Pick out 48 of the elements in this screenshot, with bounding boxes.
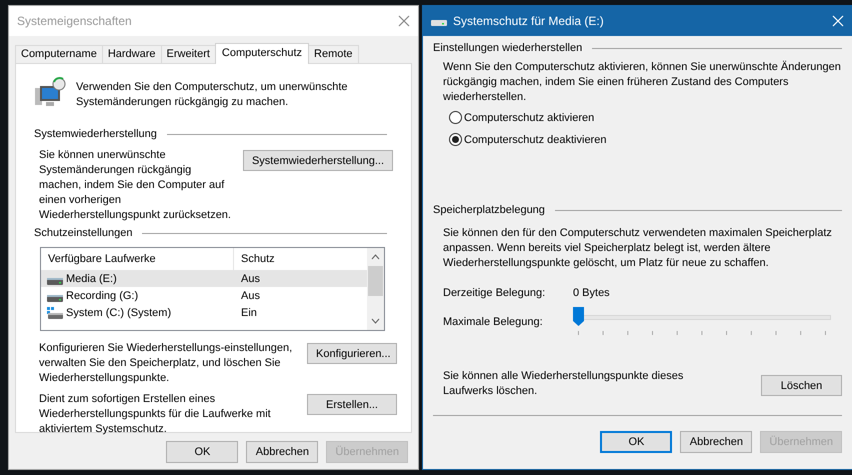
protection-status: Aus (240, 272, 260, 284)
drive-name: Media (E:) (66, 272, 117, 284)
max-usage-slider[interactable] (573, 307, 831, 337)
window-title: Systemschutz für Media (E:) (453, 14, 605, 28)
protection-status: Aus (240, 290, 260, 302)
action-button[interactable]: Erstellen... (307, 394, 397, 415)
action-button[interactable]: Konfigurieren... (307, 343, 397, 364)
restore-settings-description: Wenn Sie den Computerschutz aktivieren, können Sie unerwünschte Änderungen rückgängig machen, indem Sie einen früheren Zustand des Computers wiederherstellen. (442, 60, 842, 105)
tab[interactable]: Computername (15, 45, 103, 63)
scroll-up-icon[interactable] (371, 253, 380, 261)
scroll-down-icon[interactable] (371, 317, 380, 325)
radio-label[interactable]: Computerschutz aktivieren (464, 112, 594, 124)
action-description: Dient zum sofortigen Erstellen eines Wiederherstellungspunkts für die Laufwerke mit aktiviertem Systemschutz. (39, 392, 272, 437)
section-heading: Einstellungen wiederherstellen (433, 42, 582, 54)
intro-text: Verwenden Sie den Computerschutz, um unerwünschte Systemänderungen rückgängig zu machen. (76, 80, 348, 110)
disk-usage-description: Sie können den für den Computerschutz verwendeten maximalen Speicherplatz anpassen. Wenn bereits viel Speicherplatz belegt ist, werden ältere Wiederherstellungspunkte gelöscht, um Platz für neue zu schaffen. (442, 226, 833, 271)
field-value: 0 Bytes (573, 287, 610, 299)
delete-description: Sie können alle Wiederherstellungspunkte dieses Laufwerks löschen. (443, 369, 684, 399)
drive-row[interactable]: Recording (G:) Aus (41, 287, 367, 304)
radio-button[interactable] (449, 111, 462, 124)
scrollbar[interactable] (367, 248, 384, 330)
radio-button[interactable] (449, 133, 462, 146)
drive-name: Recording (G:) (66, 290, 138, 302)
column-header[interactable]: Schutz (234, 248, 367, 270)
drive-row[interactable]: Media (E:) Aus (41, 270, 367, 287)
protection-status: Ein (240, 306, 257, 318)
drive-row[interactable]: System (C:) (System) Ein (41, 304, 367, 321)
delete-button[interactable]: Löschen (761, 375, 842, 396)
section-heading: Speicherplatzbelegung (433, 204, 545, 216)
system-restore-button[interactable]: Systemwiederherstellung... (242, 150, 393, 171)
dialog-button[interactable]: Abbrechen (246, 441, 318, 463)
action-description: Konfigurieren Sie Wiederherstellungs-einstellungen, verwalten Sie den Speicherplatz, und löschen Sie Wiederherstellungspunkte. (39, 341, 294, 386)
section-heading: Systemwiederherstellung (34, 128, 157, 140)
close-icon[interactable] (398, 15, 410, 27)
window-title: Systemeigenschaften (17, 14, 133, 28)
dialog-button[interactable]: OK (600, 431, 672, 453)
restore-description: Sie können unerwünschte Systemänderungen rückgängig machen, indem Sie den Computer auf einen vorherigen Wiederherstellungspunkt zurücksetzen. (39, 148, 232, 223)
tab[interactable]: Remote (308, 45, 359, 63)
field-label: Derzeitige Belegung: (443, 287, 546, 299)
dialog-button[interactable]: Abbrechen (680, 431, 752, 453)
dialog-button[interactable]: OK (166, 441, 238, 463)
slider-thumb[interactable] (573, 307, 584, 326)
drive-name: System (C:) (System) (66, 306, 172, 318)
field-label: Maximale Belegung: (443, 316, 544, 328)
section-heading: Schutzeinstellungen (34, 227, 132, 239)
tab[interactable]: Computerschutz (214, 43, 310, 64)
system-drive-icon (47, 306, 63, 318)
radio-label[interactable]: Computerschutz deaktivieren (464, 134, 606, 146)
